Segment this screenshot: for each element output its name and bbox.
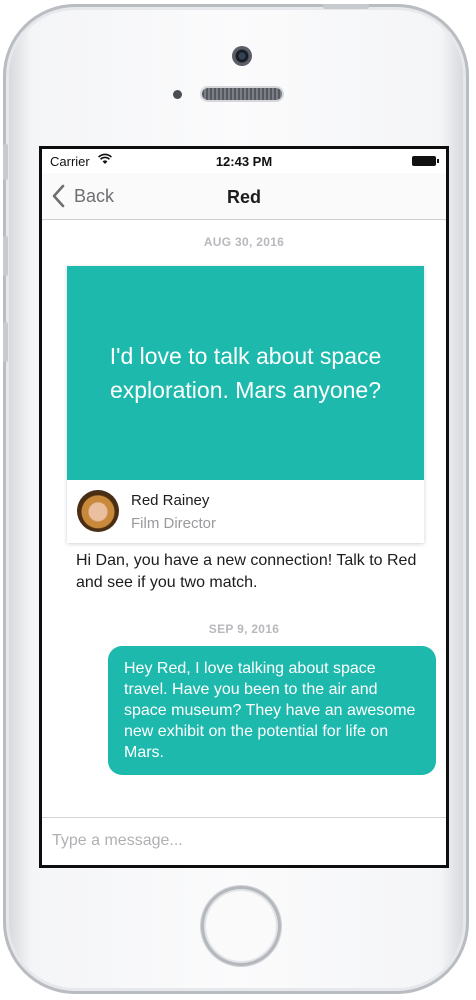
date-separator: AUG 30, 2016 (203, 235, 285, 249)
volume-down-button (3, 322, 8, 362)
app-screen: Carrier 12:43 PM Back Red AUG 30, 2016 I… (39, 146, 449, 868)
power-button (323, 4, 369, 9)
earpiece-speaker (202, 88, 282, 100)
proximity-sensor (173, 90, 182, 99)
connection-prompt: I'd love to talk about space exploration… (67, 266, 424, 480)
system-message: Hi Dan, you have a new connection! Talk … (76, 552, 417, 591)
volume-up-button (3, 236, 8, 276)
home-button[interactable] (201, 886, 281, 966)
connection-name: Red Rainey (131, 492, 210, 509)
page-title: Red (226, 187, 261, 207)
message-input[interactable] (52, 828, 432, 854)
connection-title: Film Director (131, 515, 216, 532)
front-camera (232, 46, 252, 66)
phone-frame: Carrier 12:43 PM Back Red AUG 30, 2016 I… (3, 4, 469, 994)
status-bar: Carrier 12:43 PM (42, 149, 446, 173)
mute-switch (3, 144, 8, 180)
battery-icon (412, 156, 439, 166)
connection-profile[interactable]: Red Rainey Film Director (67, 480, 424, 543)
status-time: 12:43 PM (215, 154, 273, 169)
navigation-bar: Back Red (42, 173, 446, 220)
avatar[interactable] (77, 490, 119, 532)
message-composer (42, 817, 446, 865)
date-separator: SEP 9, 2016 (208, 622, 280, 636)
connection-card[interactable]: I'd love to talk about space exploration… (67, 266, 424, 543)
sent-message-bubble[interactable]: Hey Red, I love talking about space trav… (108, 646, 436, 775)
